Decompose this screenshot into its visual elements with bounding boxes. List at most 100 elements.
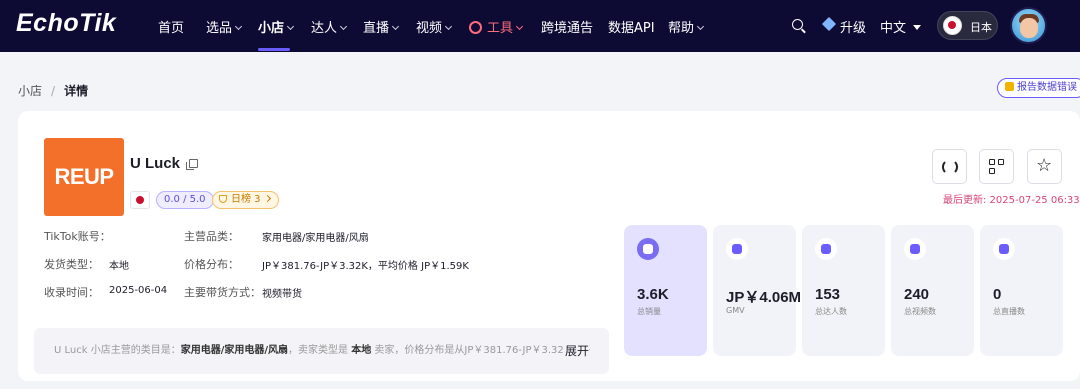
favorite-button[interactable]: ☆ [1027, 149, 1062, 184]
diamond-icon [821, 16, 837, 32]
main-category-label: 主营品类： [184, 230, 239, 243]
star-icon: ☆ [1036, 155, 1053, 176]
stat-total-videos[interactable]: 240 总视频数 [891, 225, 974, 356]
rank-label: 日榜 3 [231, 194, 261, 205]
qr-square [989, 159, 995, 165]
refresh-button[interactable] [932, 149, 967, 184]
copy-icon[interactable] [186, 159, 198, 170]
nav-label: 帮助 [668, 21, 695, 36]
price-range-label: 价格分布： [184, 258, 239, 271]
breadcrumb: 小店 / 详情 [18, 82, 88, 99]
chevron-down-icon [339, 22, 348, 31]
qr-square [998, 159, 1004, 165]
report-data-error-button[interactable]: 报告数据错误 [997, 78, 1080, 98]
desc-text: ，卖家类型是 [288, 345, 352, 356]
thumbs-up-icon [637, 238, 659, 260]
stat-label: 总视频数 [904, 307, 936, 316]
breadcrumb-separator: / [51, 84, 56, 98]
stat-gmv[interactable]: JP￥4.06M GMV [713, 225, 801, 356]
nav-creators[interactable]: 达人 [311, 17, 348, 36]
qr-code-button[interactable] [979, 149, 1014, 184]
tiktok-account-label: TikTok账号： [44, 230, 111, 243]
nav-active-indicator [258, 48, 290, 51]
nav-home[interactable]: 首页 [158, 17, 184, 36]
openai-tools-icon [469, 21, 482, 34]
nav-label: 小店 [258, 21, 285, 36]
stat-total-lives[interactable]: 0 总直播数 [980, 225, 1063, 356]
nav-label: 达人 [311, 21, 338, 36]
stat-label: 总直播数 [993, 307, 1025, 316]
stat-value: 153 [815, 286, 841, 303]
report-icon [1005, 82, 1014, 91]
nav-label: 工具 [487, 21, 514, 36]
shop-logo: REUP [44, 138, 124, 216]
shop-description: U Luck 小店主营的类目是：家用电器/家用电器/风扇，卖家类型是 本地 卖家… [34, 328, 609, 374]
report-button-label: 报告数据错误 [1017, 82, 1077, 93]
desc-type: 本地 [351, 345, 372, 356]
desc-text: 小店主营的类目是： [87, 345, 181, 356]
chevron-down-icon [444, 22, 453, 31]
japan-flag-icon [943, 16, 962, 35]
nav-label: 数据API [608, 21, 655, 36]
nav-videos[interactable]: 视频 [416, 17, 453, 36]
japan-flag-icon [130, 191, 150, 209]
nav-data-api[interactable]: 数据API [608, 17, 655, 36]
ship-type-value: 本地 [109, 261, 129, 272]
country-select[interactable]: 日本 [937, 11, 998, 40]
price-range-value: JP￥381.76-JP￥3.32K，平均价格 JP￥1.59K [262, 261, 469, 272]
top-navbar: EchoTik 首页 选品 小店 达人 直播 视频 工具 跨境通告 数据API … [0, 0, 1080, 52]
nav-label: 跨境通告 [541, 21, 594, 36]
stat-total-creators[interactable]: 153 总达人数 [802, 225, 885, 356]
country-label: 日本 [970, 21, 992, 34]
avatar-face [1020, 18, 1038, 38]
shop-name: U Luck [130, 155, 181, 172]
qr-code-icon [989, 159, 1005, 175]
language-select[interactable]: 中文 [880, 17, 922, 36]
stat-label: 总销量 [637, 307, 661, 316]
chevron-down-icon [234, 22, 243, 31]
nav-label: 首页 [158, 21, 185, 36]
stat-total-sales[interactable]: 3.6K 总销量 [624, 225, 707, 356]
nav-tools[interactable]: 工具 [469, 17, 524, 36]
desc-text: 卖家，价格分布是从JP￥381.76-JP￥3.32K，平 [371, 345, 591, 356]
expand-button[interactable]: 展开 [562, 328, 589, 374]
nav-products[interactable]: 选品 [206, 17, 243, 36]
nav-shops[interactable]: 小店 [258, 17, 295, 36]
breadcrumb-root[interactable]: 小店 [18, 84, 42, 98]
main-category-value: 家用电器/家用电器/风扇 [262, 233, 369, 244]
echotik-logo[interactable]: EchoTik [16, 9, 116, 38]
desc-shop-name: U Luck [54, 345, 88, 356]
sales-mode-label: 主要带货方式： [184, 286, 261, 299]
chevron-down-icon [391, 22, 400, 31]
rating-badge: 0.0 / 5.0 [156, 191, 214, 209]
caret-down-icon [913, 25, 922, 30]
stat-value: 0 [993, 286, 1002, 303]
record-date-value: 2025-06-04 [109, 285, 168, 296]
chevron-right-icon [263, 194, 271, 203]
chevron-down-icon [696, 22, 705, 31]
nav-help[interactable]: 帮助 [668, 17, 705, 36]
search-icon[interactable] [792, 19, 803, 30]
refresh-icon [942, 159, 958, 175]
chevron-down-icon [515, 22, 524, 31]
upgrade-link[interactable]: 升级 [840, 17, 866, 36]
avatar[interactable] [1010, 7, 1047, 44]
nav-cross-border-notice[interactable]: 跨境通告 [541, 17, 593, 36]
nav-live[interactable]: 直播 [363, 17, 400, 36]
qr-square [989, 168, 995, 174]
nav-label: 直播 [363, 21, 390, 36]
video-icon [904, 238, 926, 260]
sales-mode-value: 视频带货 [262, 289, 302, 300]
ship-type-label: 发货类型： [44, 258, 99, 271]
shop-detail-card: REUP U Luck 0.0 / 5.0 日榜 3 TikTok账号： 主营品… [18, 111, 1080, 381]
daily-rank-badge[interactable]: 日榜 3 [212, 191, 279, 209]
upgrade-label: 升级 [840, 21, 867, 36]
live-icon [993, 238, 1015, 260]
desc-category: 家用电器/家用电器/风扇 [180, 345, 289, 356]
nav-label: 视频 [416, 21, 443, 36]
nav-label: 选品 [206, 21, 233, 36]
creator-badge-icon [815, 238, 837, 260]
stat-value: 3.6K [637, 286, 669, 303]
stat-value: 240 [904, 286, 930, 303]
language-label: 中文 [880, 21, 907, 36]
